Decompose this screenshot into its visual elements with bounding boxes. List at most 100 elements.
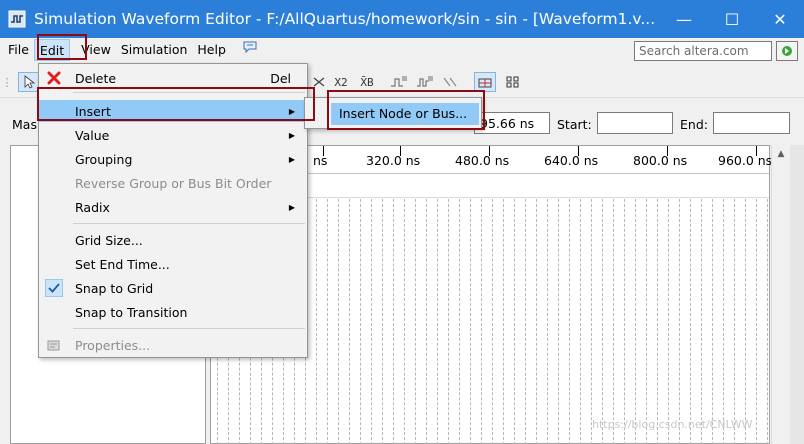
- grid-line: [558, 199, 559, 444]
- annotation-box-insert-node: [327, 90, 485, 130]
- end-time-field[interactable]: [713, 112, 790, 134]
- arbitrary-value-icon[interactable]: [440, 72, 462, 92]
- invert-icon[interactable]: X̄B: [356, 72, 378, 92]
- menu-separator: [73, 328, 305, 329]
- menu-item-label: Radix: [75, 199, 110, 215]
- maximize-button[interactable]: ☐: [708, 0, 756, 38]
- grid-icon[interactable]: [502, 72, 524, 92]
- grid-line: [525, 199, 526, 444]
- menu-item-delete[interactable]: Delete Del: [39, 67, 307, 89]
- grid-line: [723, 199, 724, 444]
- grid-line: [569, 199, 570, 444]
- grid-line: [404, 199, 405, 444]
- grid-line: [448, 199, 449, 444]
- grid-line: [547, 199, 548, 444]
- grid-line: [624, 199, 625, 444]
- grid-line: [745, 199, 746, 444]
- menu-simulation[interactable]: Simulation: [116, 39, 193, 61]
- grid-line: [503, 199, 504, 444]
- menu-item-reverse-group: Reverse Group or Bus Bit Order: [39, 172, 307, 194]
- close-button[interactable]: ✕: [756, 0, 804, 38]
- waveform-app-icon: [8, 10, 26, 28]
- master-time-field[interactable]: 95.66 ns: [474, 112, 550, 134]
- grid-line: [338, 199, 339, 444]
- grip-icon: ⋮: [1, 75, 13, 89]
- random-value-icon[interactable]: [414, 72, 436, 92]
- grid-line: [690, 199, 691, 444]
- tick-label: ns: [313, 153, 328, 168]
- menu-help[interactable]: Help: [192, 39, 231, 61]
- menu-item-label: Set End Time...: [75, 256, 170, 272]
- scroll-up-icon[interactable]: ▲: [772, 145, 790, 163]
- grid-line: [514, 199, 515, 444]
- menu-item-grouping[interactable]: Grouping ▶: [39, 148, 307, 170]
- menu-item-label: Value: [75, 127, 110, 143]
- snap-grid-toggle-icon[interactable]: [474, 72, 496, 92]
- menu-item-label: Grouping: [75, 151, 133, 167]
- vertical-scrollbar[interactable]: ▲: [771, 145, 789, 444]
- menu-item-set-end-time[interactable]: Set End Time...: [39, 253, 307, 275]
- tick-label: 480.0 ns: [455, 153, 510, 168]
- grid-line: [602, 199, 603, 444]
- menu-item-shortcut: Del: [270, 70, 291, 86]
- submenu-arrow-icon: ▶: [288, 202, 295, 212]
- grid-line: [701, 199, 702, 444]
- grid-line: [613, 199, 614, 444]
- menu-bar: File Edit View Simulation Help Search al…: [0, 38, 804, 62]
- grid-line: [580, 199, 581, 444]
- grid-line: [371, 199, 372, 444]
- grid-line: [734, 199, 735, 444]
- submenu-arrow-icon: ▶: [288, 154, 295, 164]
- search-go-button[interactable]: [776, 41, 798, 61]
- menu-item-label: Snap to Transition: [75, 304, 188, 320]
- grid-line: [393, 199, 394, 444]
- menu-file[interactable]: File: [3, 39, 34, 61]
- menu-item-snap-to-grid[interactable]: Snap to Grid: [39, 277, 307, 299]
- tick-label: 960.0 ns: [718, 153, 773, 168]
- grid-line: [536, 199, 537, 444]
- grid-line: [470, 199, 471, 444]
- grid-line: [349, 199, 350, 444]
- checkmark-icon: [45, 279, 63, 297]
- grid-line: [327, 199, 328, 444]
- title-bar: Simulation Waveform Editor - F:/AllQuart…: [0, 0, 804, 38]
- menu-item-snap-to-transition[interactable]: Snap to Transition: [39, 301, 307, 323]
- tick-label: 800.0 ns: [633, 153, 688, 168]
- start-time-field[interactable]: [597, 112, 673, 134]
- whats-this-icon[interactable]: [237, 39, 263, 61]
- grid-line: [635, 199, 636, 444]
- grid-line: [316, 199, 317, 444]
- start-label: Start:: [557, 117, 592, 132]
- menu-item-label: Properties...: [75, 337, 151, 353]
- grid-line: [382, 199, 383, 444]
- annotation-box-insert: [37, 87, 315, 121]
- delete-icon: [45, 69, 63, 87]
- tick-label: 320.0 ns: [366, 153, 421, 168]
- window-title: Simulation Waveform Editor - F:/AllQuart…: [34, 10, 656, 28]
- grid-line: [492, 199, 493, 444]
- minimize-button[interactable]: —: [660, 0, 708, 38]
- grid-line: [657, 199, 658, 444]
- menu-item-label: Delete: [75, 70, 117, 86]
- count-value-icon[interactable]: X2: [330, 72, 352, 92]
- grid-line: [756, 199, 757, 444]
- menu-item-label: Grid Size...: [75, 232, 143, 248]
- grid-line: [437, 199, 438, 444]
- menu-separator: [73, 223, 305, 224]
- grid-line: [591, 199, 592, 444]
- end-label: End:: [680, 117, 708, 132]
- watermark: https://blog.csdn.net/CNLWW: [592, 418, 753, 431]
- grid-line: [767, 199, 768, 444]
- search-input[interactable]: Search altera.com: [634, 41, 772, 61]
- grid-line: [668, 199, 669, 444]
- grid-line: [646, 199, 647, 444]
- menu-item-label: Snap to Grid: [75, 280, 154, 296]
- side-strip: [790, 145, 804, 444]
- menu-item-radix[interactable]: Radix ▶: [39, 196, 307, 218]
- grid-line: [415, 199, 416, 444]
- menu-item-value[interactable]: Value ▶: [39, 124, 307, 146]
- clock-value-icon[interactable]: [388, 72, 410, 92]
- submenu-arrow-icon: ▶: [288, 130, 295, 140]
- properties-icon: [45, 336, 63, 354]
- menu-item-grid-size[interactable]: Grid Size...: [39, 229, 307, 251]
